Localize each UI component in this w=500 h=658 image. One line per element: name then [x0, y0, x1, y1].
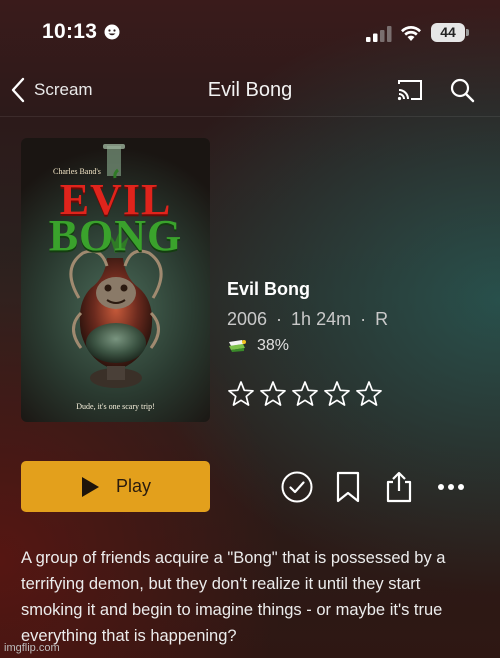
movie-title: Evil Bong — [227, 279, 311, 299]
star-icon[interactable] — [355, 380, 383, 408]
star-icon[interactable] — [323, 380, 351, 408]
audience-score-value: 38% — [257, 337, 290, 354]
clock: 10:13 — [42, 20, 98, 43]
search-icon[interactable] — [449, 77, 475, 103]
meta-separator: · — [360, 309, 367, 329]
star-icon[interactable] — [259, 380, 287, 408]
content-rating: R — [375, 309, 389, 329]
poster-title-line2: BONG — [48, 211, 183, 260]
share-icon[interactable] — [382, 470, 416, 504]
runtime: 1h 24m — [291, 309, 352, 329]
play-icon — [81, 476, 99, 497]
nav-divider — [0, 116, 500, 117]
wifi-icon — [401, 25, 421, 41]
popcorn-score-icon — [229, 340, 246, 352]
cellular-signal-icon — [366, 26, 392, 42]
movie-poster[interactable]: Charles Band's EVIL BONG Dude, it's one … — [21, 138, 210, 422]
checkmark-circle-icon[interactable] — [280, 470, 314, 504]
meta-separator: · — [276, 309, 283, 329]
battery-tip — [466, 29, 469, 36]
poster-tagline: Dude, it's one scary trip! — [76, 402, 155, 411]
smiley-icon — [104, 24, 120, 40]
page-title: Evil Bong — [207, 79, 293, 101]
play-button[interactable]: Play — [21, 461, 210, 512]
star-icon[interactable] — [227, 380, 255, 408]
star-icon[interactable] — [291, 380, 319, 408]
watermark: imgflip.com — [4, 642, 60, 654]
battery-indicator: 44 — [431, 23, 465, 42]
rating-stars — [227, 380, 387, 408]
movie-description: A group of friends acquire a "Bong" that… — [21, 549, 446, 645]
release-year: 2006 — [227, 309, 268, 329]
status-bar: 10:13 44 — [0, 0, 500, 64]
cast-icon[interactable] — [396, 78, 424, 102]
audience-score: 38% — [227, 337, 289, 355]
movie-meta: 2006 · 1h 24m · R — [227, 309, 388, 330]
play-button-label: Play — [115, 476, 151, 496]
bookmark-icon[interactable] — [331, 470, 365, 504]
more-icon[interactable] — [434, 470, 468, 504]
nav-bar: Scream Evil Bong — [0, 64, 500, 116]
